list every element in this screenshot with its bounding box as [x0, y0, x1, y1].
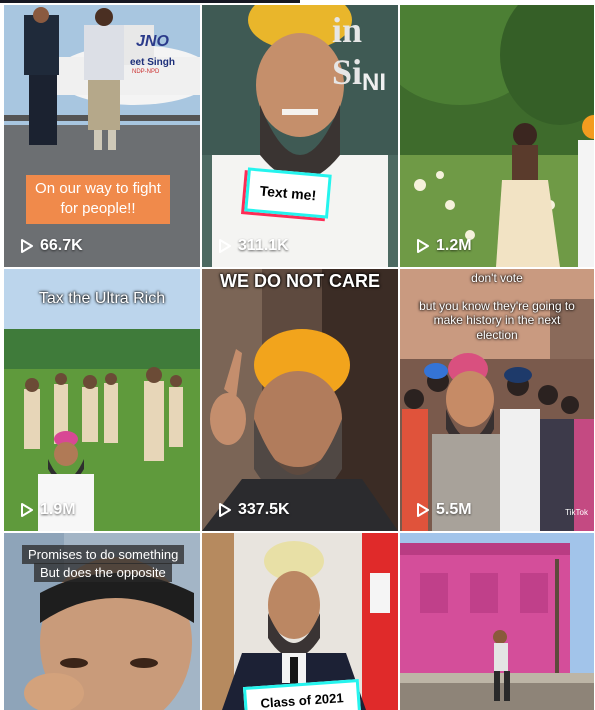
- video-tile-9[interactable]: [400, 533, 594, 710]
- video-tile-2[interactable]: in Si NI Text me! 311.1K: [202, 5, 398, 267]
- video-tile-3[interactable]: 1.2M: [400, 5, 594, 267]
- video-caption-4: Tax the Ultra Rich: [38, 290, 166, 307]
- tab-underline: [0, 0, 300, 3]
- video-caption-2: Text me!: [244, 167, 332, 219]
- view-count-text-3: 1.2M: [436, 237, 472, 254]
- view-count-3: 1.2M: [416, 237, 472, 255]
- play-icon: [21, 239, 33, 253]
- view-count-1: 66.7K: [20, 237, 83, 255]
- plane-lettering: JNO: [136, 33, 169, 50]
- video-grid: JNO eet Singh NDP-NPD On our way to figh…: [4, 5, 594, 710]
- video-tile-8[interactable]: Class of 2021: [202, 533, 398, 710]
- video-thumbnail-3: [400, 5, 594, 267]
- play-icon: [417, 503, 429, 517]
- tiktok-watermark: TikTok: [565, 508, 588, 517]
- video-thumbnail-4: [4, 269, 200, 531]
- video-caption-1: On our way to fight for people!!: [26, 175, 170, 224]
- view-count-text-6: 5.5M: [436, 501, 472, 518]
- video-caption-7-line2: But does the opposite: [34, 563, 172, 582]
- view-count-text-4: 1.9M: [40, 501, 76, 518]
- view-count-text-5: 337.5K: [238, 501, 290, 518]
- video-tile-5[interactable]: WE DO NOT CARE 337.5K: [202, 269, 398, 531]
- video-tile-7[interactable]: Promises to do something But does the op…: [4, 533, 200, 710]
- video-caption-6: but you know they're going to make histo…: [419, 299, 575, 342]
- view-count-6: 5.5M: [416, 501, 472, 519]
- video-thumbnail-9: [400, 533, 594, 710]
- view-count-2: 311.1K: [218, 237, 289, 255]
- view-count-4: 1.9M: [20, 501, 76, 519]
- play-icon: [21, 503, 33, 517]
- video-thumbnail-5: [202, 269, 398, 531]
- video-caption-5: WE DO NOT CARE: [220, 271, 380, 291]
- view-count-text-2: 311.1K: [238, 237, 289, 254]
- wall-lettering-2: NI: [362, 69, 386, 96]
- plane-sign-name: eet Singh: [130, 57, 176, 68]
- video-thumbnail-1: [4, 5, 200, 267]
- view-count-5: 337.5K: [218, 501, 290, 519]
- play-icon: [219, 503, 231, 517]
- play-icon: [219, 239, 231, 253]
- video-tile-6[interactable]: don't vote but you know they're going to…: [400, 269, 594, 531]
- video-caption-6-top: don't vote: [471, 271, 523, 285]
- video-tile-1[interactable]: JNO eet Singh NDP-NPD On our way to figh…: [4, 5, 200, 267]
- video-tile-4[interactable]: Tax the Ultra Rich 1.9M: [4, 269, 200, 531]
- plane-sign-party: NDP-NPD: [132, 69, 160, 75]
- play-icon: [417, 239, 429, 253]
- view-count-text-1: 66.7K: [40, 237, 83, 254]
- video-caption-7-line1: Promises to do something: [22, 545, 185, 564]
